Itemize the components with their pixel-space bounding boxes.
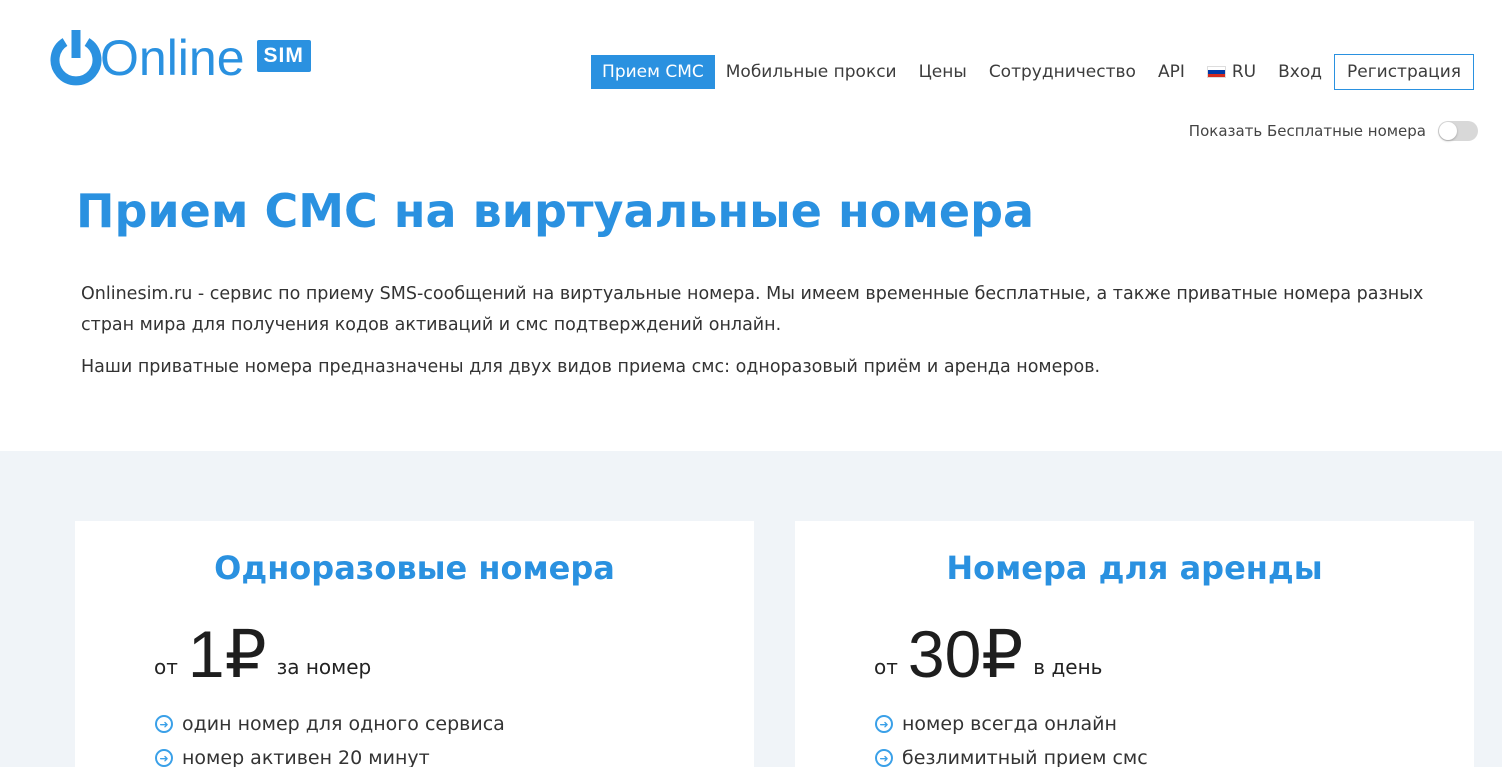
nav-item-mobile-proxy[interactable]: Мобильные прокси: [715, 55, 908, 89]
language-switcher[interactable]: RU: [1196, 55, 1267, 89]
price-amount: 1₽: [187, 617, 267, 691]
arrow-circle-icon: ➜: [155, 749, 173, 767]
russia-flag-icon: [1206, 66, 1226, 78]
plan-features: ➜ номер всегда онлайн ➜ безлимитный прие…: [875, 707, 1148, 767]
feature-text: безлимитный прием смс: [902, 747, 1148, 767]
logo-wordmark: Online: [100, 30, 245, 86]
plan-features: ➜ один номер для одного сервиса ➜ номер …: [155, 707, 505, 767]
list-item: ➜ номер активен 20 минут: [155, 741, 505, 767]
toggle-knob: [1439, 122, 1457, 140]
free-numbers-label: Показать Бесплатные номера: [1188, 122, 1426, 140]
feature-text: один номер для одного сервиса: [182, 713, 505, 735]
plan-title: Одноразовые номера: [214, 549, 615, 587]
language-label: RU: [1231, 62, 1257, 82]
plan-title: Номера для аренды: [946, 549, 1323, 587]
feature-text: номер активен 20 минут: [182, 747, 430, 767]
list-item: ➜ безлимитный прием смс: [875, 741, 1148, 767]
plans-paragraph: Наши приватные номера предназначены для …: [81, 357, 1101, 377]
free-numbers-toggle[interactable]: [1438, 121, 1478, 141]
nav-item-sms[interactable]: Прием СМС: [591, 55, 715, 89]
plan-price: от 30₽ в день: [874, 621, 1102, 687]
arrow-circle-icon: ➜: [875, 715, 893, 733]
free-numbers-toggle-row: Показать Бесплатные номера: [1189, 121, 1478, 141]
power-icon: [50, 30, 102, 86]
nav-item-partnership[interactable]: Сотрудничество: [978, 55, 1147, 89]
plans-section: Одноразовые номера от 1₽ за номер ➜ один…: [0, 451, 1502, 767]
list-item: ➜ номер всегда онлайн: [875, 707, 1148, 741]
logo-sim-badge: SIM: [256, 40, 311, 72]
arrow-circle-icon: ➜: [875, 749, 893, 767]
page-title: Прием СМС на виртуальные номера: [76, 184, 1035, 238]
nav-item-prices[interactable]: Цены: [908, 55, 978, 89]
nav-item-api[interactable]: API: [1147, 55, 1196, 89]
plan-price: от 1₽ за номер: [154, 621, 371, 687]
feature-text: номер всегда онлайн: [902, 713, 1117, 735]
login-link[interactable]: Вход: [1267, 55, 1333, 89]
plan-card-one-time[interactable]: Одноразовые номера от 1₽ за номер ➜ один…: [75, 521, 754, 767]
intro-paragraph: Onlinesim.ru - сервис по приему SMS-сооб…: [81, 284, 1424, 335]
logo[interactable]: Online SIM: [50, 28, 311, 88]
price-prefix: от: [154, 655, 178, 679]
arrow-circle-icon: ➜: [155, 715, 173, 733]
plan-card-rental[interactable]: Номера для аренды от 30₽ в день ➜ номер …: [795, 521, 1474, 767]
price-amount: 30₽: [907, 617, 1024, 691]
list-item: ➜ один номер для одного сервиса: [155, 707, 505, 741]
price-suffix: за номер: [276, 655, 372, 679]
main-nav: Прием СМС Мобильные прокси Цены Сотрудни…: [591, 54, 1474, 90]
price-prefix: от: [874, 655, 898, 679]
price-suffix: в день: [1033, 655, 1103, 679]
register-button[interactable]: Регистрация: [1334, 54, 1474, 90]
